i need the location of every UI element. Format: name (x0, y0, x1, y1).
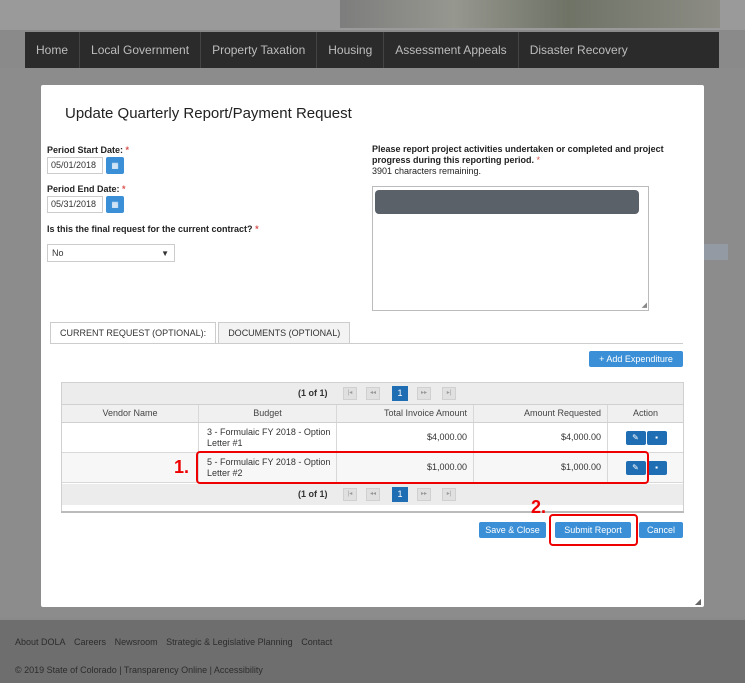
budget-cell: 3 - Formulaic FY 2018 - Option Letter #1 (199, 423, 337, 452)
cancel-button[interactable]: Cancel (639, 522, 683, 538)
period-end-input[interactable]: 05/31/2018 (47, 196, 103, 213)
modal-title: Update Quarterly Report/Payment Request (65, 105, 352, 122)
next-page-icon[interactable]: ▸▸ (417, 387, 431, 400)
vendor-cell (62, 423, 199, 452)
column-total-invoice[interactable]: Total Invoice Amount (337, 405, 474, 422)
total-invoice-cell: $4,000.00 (337, 423, 474, 452)
nav-local-government[interactable]: Local Government (80, 32, 202, 68)
characters-remaining: 3901 characters remaining. (372, 166, 482, 176)
page-number-button[interactable]: 1 (392, 487, 408, 502)
calendar-icon[interactable]: ▦ (106, 196, 124, 213)
last-page-icon[interactable]: ▸| (442, 387, 456, 400)
footer-link-about[interactable]: About DOLA (15, 637, 66, 647)
prev-page-icon[interactable]: ◂◂ (366, 387, 380, 400)
header-banner (0, 0, 745, 30)
activities-help: Please report project activities underta… (372, 144, 664, 176)
grid-pager-bottom: (1 of 1) |◂ ◂◂ 1 ▸▸ ▸| (62, 484, 683, 505)
column-vendor-name[interactable]: Vendor Name (62, 405, 199, 422)
nav-property-taxation[interactable]: Property Taxation (201, 32, 318, 68)
modal-resize-icon[interactable]: ◢ (695, 597, 701, 606)
delete-trash-icon[interactable]: ▪ (646, 461, 667, 475)
footer-links: About DOLA Careers Newsroom Strategic & … (15, 637, 338, 647)
banner-photo (340, 0, 720, 28)
annotation-number-2: 2. (531, 497, 547, 517)
tab-divider (50, 343, 683, 344)
period-start-input[interactable]: 05/01/2018 (47, 157, 103, 174)
grid-header: Vendor Name Budget Total Invoice Amount … (62, 404, 683, 423)
activities-label: Please report project activities underta… (372, 144, 664, 165)
action-cell: ✎ ▪ (608, 423, 683, 452)
main-nav: Home Local Government Property Taxation … (25, 32, 719, 68)
final-request-label: Is this the final request for the curren… (47, 224, 259, 234)
column-amount-requested[interactable]: Amount Requested (474, 405, 608, 422)
period-start-label: Period Start Date: * (47, 145, 130, 155)
next-page-icon[interactable]: ▸▸ (417, 488, 431, 501)
nav-assessment-appeals[interactable]: Assessment Appeals (384, 32, 519, 68)
plus-icon: + (599, 354, 605, 364)
expenditure-grid: (1 of 1) |◂ ◂◂ 1 ▸▸ ▸| Vendor Name Budge… (61, 382, 684, 512)
page-number-button[interactable]: 1 (392, 386, 408, 401)
footer-link-newsroom[interactable]: Newsroom (115, 637, 158, 647)
footer-copyright: © 2019 State of Colorado | Transparency … (15, 665, 263, 675)
period-end-label: Period End Date: * (47, 184, 126, 194)
calendar-icon[interactable]: ▦ (106, 157, 124, 174)
redacted-text (375, 190, 639, 214)
nav-disaster-recovery[interactable]: Disaster Recovery (519, 32, 639, 68)
footer-link-planning[interactable]: Strategic & Legislative Planning (166, 637, 293, 647)
tab-documents[interactable]: DOCUMENTS (OPTIONAL) (218, 322, 351, 344)
first-page-icon[interactable]: |◂ (343, 488, 357, 501)
delete-trash-icon[interactable]: ▪ (646, 431, 667, 445)
grid-pager-top: (1 of 1) |◂ ◂◂ 1 ▸▸ ▸| (62, 383, 683, 404)
pager-count: (1 of 1) (298, 489, 328, 499)
annotation-number-1: 1. (174, 457, 190, 477)
save-close-button[interactable]: Save & Close (479, 522, 546, 538)
tab-current-request[interactable]: CURRENT REQUEST (OPTIONAL): (50, 322, 217, 344)
pager-count: (1 of 1) (298, 388, 328, 398)
table-row[interactable]: 3 - Formulaic FY 2018 - Option Letter #1… (62, 423, 683, 453)
footer-link-careers[interactable]: Careers (74, 637, 106, 647)
last-page-icon[interactable]: ▸| (442, 488, 456, 501)
submit-report-button[interactable]: Submit Report (555, 522, 631, 538)
update-report-modal: Update Quarterly Report/Payment Request … (41, 85, 704, 607)
final-request-value: No (52, 248, 64, 258)
annotation-box-row (196, 451, 649, 484)
tab-bar: CURRENT REQUEST (OPTIONAL): DOCUMENTS (O… (50, 322, 352, 344)
chevron-down-icon: ▼ (161, 249, 169, 258)
column-budget[interactable]: Budget (199, 405, 337, 422)
column-action: Action (632, 408, 658, 418)
amount-requested-cell: $4,000.00 (474, 423, 608, 452)
first-page-icon[interactable]: |◂ (343, 387, 357, 400)
edit-pencil-icon[interactable]: ✎ (625, 431, 646, 445)
final-request-select[interactable]: No ▼ (47, 244, 175, 262)
resize-handle-icon[interactable]: ◢ (642, 301, 647, 309)
grid-divider (61, 511, 684, 513)
activities-textarea[interactable]: ◢ (372, 186, 649, 311)
prev-page-icon[interactable]: ◂◂ (366, 488, 380, 501)
nav-home[interactable]: Home (25, 32, 81, 68)
nav-housing[interactable]: Housing (317, 32, 385, 68)
footer-link-contact[interactable]: Contact (301, 637, 332, 647)
add-expenditure-button[interactable]: + Add Expenditure (589, 351, 683, 367)
